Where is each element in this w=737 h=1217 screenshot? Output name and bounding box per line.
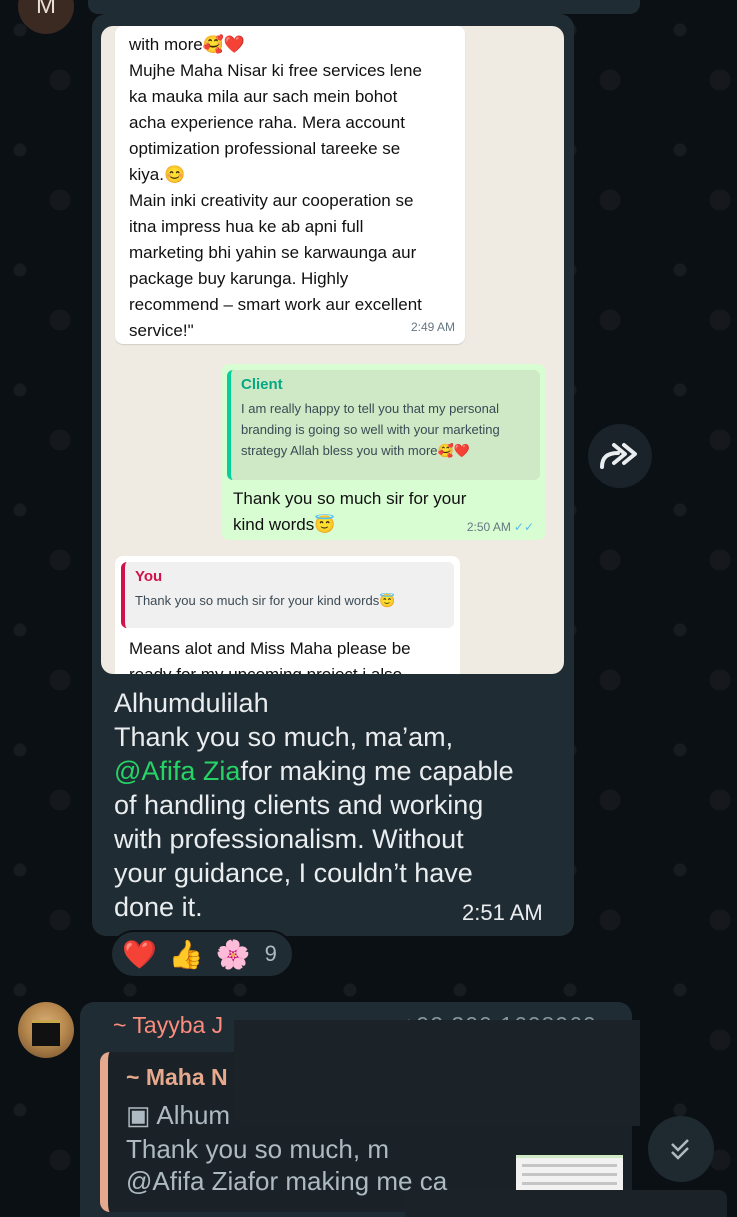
msg-line: package buy karunga. Highly xyxy=(129,269,349,288)
screenshot-incoming-reply: You Thank you so much sir for your kind … xyxy=(115,556,460,674)
avatar-image xyxy=(32,1020,60,1046)
forward-icon xyxy=(600,443,637,469)
screenshot-incoming-message: with more🥰❤️ Mujhe Maha Nisar ki free se… xyxy=(115,26,465,344)
msg-line: recommend – smart work aur excellent xyxy=(129,295,422,314)
message-line: your guidance, I couldn’t have xyxy=(114,858,473,888)
quote-text: Alhum xyxy=(156,1100,231,1130)
reaction-count: 9 xyxy=(264,941,277,966)
read-receipt-icon: ✓✓ xyxy=(513,520,534,534)
quote-text: Thank you so much sir for your kind word… xyxy=(135,593,396,608)
double-check-down-icon xyxy=(671,1139,689,1160)
msg-line: kiya.😊 xyxy=(129,165,186,184)
message-line: of handling clients and working xyxy=(114,790,484,820)
heart-reaction: ❤️ xyxy=(122,938,157,970)
quote-line: ▣ Alhum xyxy=(126,1100,230,1131)
msg-line: acha experience raha. Mera account xyxy=(129,113,405,132)
quote-line: @Afifa Ziafor making me ca xyxy=(126,1166,448,1196)
reply-text: Thank you so much sir for your kind word… xyxy=(233,489,467,534)
msg-line: Means alot and Miss Maha please be xyxy=(129,639,411,658)
message-time-status: 2:50 AM ✓✓ xyxy=(467,520,534,534)
message-line: Alhumdulilah xyxy=(114,688,269,718)
message-time: 2:51 AM xyxy=(462,900,543,925)
message-line: @Afifa Ziafor making me capable xyxy=(114,754,564,788)
thumbs-up-reaction: 👍 xyxy=(168,938,204,970)
msg-line: service!" xyxy=(129,321,194,340)
sender-name[interactable]: ~ Tayyba J xyxy=(113,1012,223,1039)
msg-line: optimization professional tareeke se xyxy=(129,139,401,158)
redaction-block xyxy=(234,1020,640,1126)
forward-button[interactable] xyxy=(588,424,652,488)
quoted-message: Client I am really happy to tell you tha… xyxy=(227,370,540,480)
quote-sender: ~ Maha N xyxy=(126,1064,228,1090)
redaction-block xyxy=(405,1190,727,1217)
quote-sender: Client xyxy=(241,376,283,393)
quoted-message: You Thank you so much sir for your kind … xyxy=(121,562,454,628)
avatar-initial: M xyxy=(36,0,56,19)
msg-line: itna impress hua ke ab apni full xyxy=(129,217,364,236)
scroll-to-bottom-button[interactable] xyxy=(648,1116,714,1182)
message-line-rest: for making me capable xyxy=(240,756,514,786)
msg-line: ready for my upcoming project i also xyxy=(129,662,448,674)
image-icon: ▣ xyxy=(126,1100,157,1130)
message-line: Thank you so much, ma’am, xyxy=(114,722,454,752)
reactions-bar[interactable]: ❤️ 👍 🌸 9 xyxy=(110,930,294,978)
sender-avatar[interactable] xyxy=(18,1002,74,1058)
mention-link[interactable]: @Afifa Zia xyxy=(114,756,240,786)
screenshot-outgoing-message: Client I am really happy to tell you tha… xyxy=(221,364,546,540)
message-line: with professionalism. Without xyxy=(114,824,464,854)
message-time: 2:50 AM xyxy=(466,520,511,534)
message-text: Alhumdulilah Thank you so much, ma’am, @… xyxy=(114,686,564,924)
message-time: 2:49 AM xyxy=(410,320,455,334)
msg-line: Main inki creativity aur cooperation se xyxy=(129,191,414,210)
flower-reaction: 🌸 xyxy=(215,938,251,970)
attached-screenshot[interactable]: with more🥰❤️ Mujhe Maha Nisar ki free se… xyxy=(101,26,564,674)
msg-line: Mujhe Maha Nisar ki free services lene xyxy=(129,61,422,80)
msg-line: marketing bhi yahin se karwaunga aur xyxy=(129,243,417,262)
reply-text: Means alot and Miss Maha please be ready… xyxy=(121,628,454,674)
previous-bubble-edge xyxy=(88,0,640,14)
msg-line: with more🥰❤️ xyxy=(129,35,246,54)
quote-sender: You xyxy=(135,568,163,585)
quote-text: I am really happy to tell you that my pe… xyxy=(241,401,500,458)
msg-line: ka mauka mila aur sach mein bohot xyxy=(129,87,398,106)
quote-line: Thank you so much, m xyxy=(126,1134,389,1164)
